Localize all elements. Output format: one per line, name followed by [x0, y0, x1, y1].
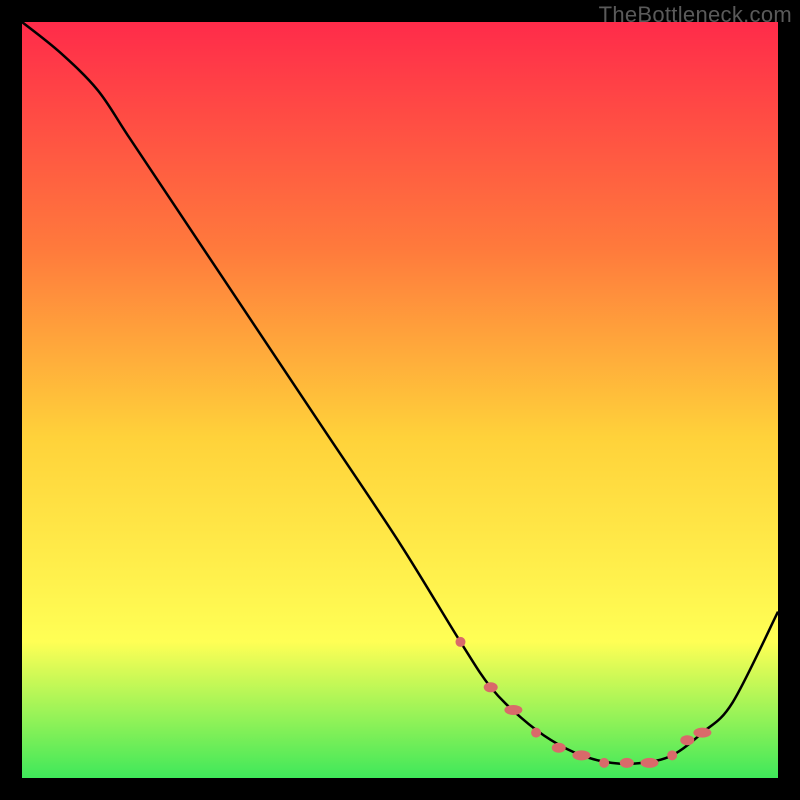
marker-dot: [572, 750, 590, 760]
marker-dot: [531, 728, 541, 738]
watermark-text: TheBottleneck.com: [599, 2, 792, 28]
marker-dot: [640, 758, 658, 768]
marker-dot: [484, 682, 498, 692]
marker-dot: [552, 743, 566, 753]
marker-dot: [620, 758, 634, 768]
gradient-background: [22, 22, 778, 778]
chart-container: TheBottleneck.com: [0, 0, 800, 800]
marker-dot: [693, 728, 711, 738]
plot-svg: [22, 22, 778, 778]
marker-dot: [667, 750, 677, 760]
marker-dot: [455, 637, 465, 647]
marker-dot: [504, 705, 522, 715]
marker-dot: [680, 735, 694, 745]
marker-dot: [599, 758, 609, 768]
plot-area: [22, 22, 778, 778]
